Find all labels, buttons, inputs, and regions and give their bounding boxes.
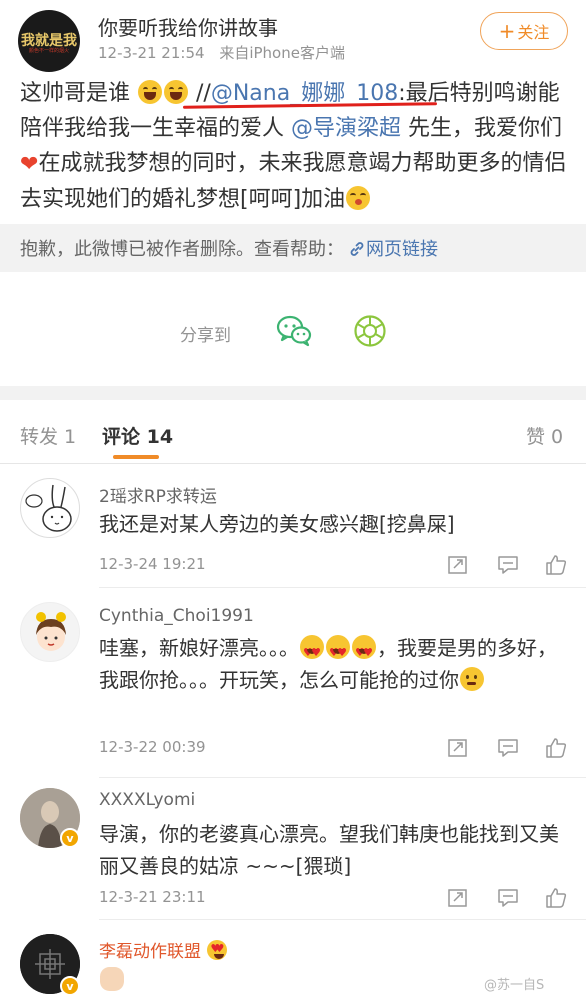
commenter-avatar[interactable]	[20, 602, 80, 662]
author-avatar[interactable]: 我就是我 颜色不一样的烟火	[18, 10, 80, 72]
comment-time: 12-3-24 19:21	[99, 555, 206, 573]
comment-time: 12-3-21 23:11	[99, 888, 206, 906]
commenter-avatar[interactable]	[20, 478, 80, 538]
post-text-part: 这帅哥是谁	[20, 81, 131, 106]
post-meta: 12-3-21 21:54 来自iPhone客户端	[98, 42, 355, 63]
link-icon	[350, 242, 364, 256]
heart-eyes-emoji-icon	[352, 635, 376, 669]
reply-icon[interactable]	[496, 736, 520, 760]
comment-time: 12-3-22 00:39	[99, 738, 206, 756]
like-icon[interactable]	[544, 736, 568, 760]
comment-item: 2瑶求RP求转运 我还是对某人旁边的美女感兴趣[挖鼻屎] 12-3-24 19:…	[0, 464, 586, 588]
verified-badge-icon: v	[60, 828, 80, 848]
reply-icon[interactable]	[496, 553, 520, 577]
girl-avatar-icon	[36, 612, 66, 651]
commenter-name[interactable]: Cynthia_Choi1991	[99, 606, 254, 626]
repost-icon[interactable]	[446, 553, 470, 577]
post-body: 这帅哥是谁 //@Nana_娜娜_108:最后特别鸣谢能陪伴我给我一生幸福的爱人…	[20, 76, 570, 217]
comment-text: 导演，你的老婆真心漂亮。望我们韩庚也能找到又美丽又善良的姑凉 ~~~[猥琐]	[99, 822, 559, 878]
deleted-notice-text: 抱歉，此微博已被作者删除。查看帮助：	[20, 239, 344, 260]
laugh-emoji-icon	[164, 80, 189, 104]
share-label: 分享到	[180, 326, 231, 346]
comment-actions	[446, 736, 570, 760]
repost-icon[interactable]	[446, 886, 470, 910]
interaction-tabs: 转发 1 评论 14 赞 0	[0, 400, 586, 464]
laugh-emoji-icon	[138, 80, 163, 104]
like-icon[interactable]	[544, 553, 568, 577]
heart-eyes-emoji-icon	[300, 635, 324, 669]
post-time: 12-3-21 21:54	[98, 44, 205, 62]
rabbit-avatar-icon	[25, 484, 72, 532]
comment-actions	[446, 886, 570, 910]
moments-icon[interactable]	[353, 314, 387, 348]
tab-comments[interactable]: 评论 14	[102, 422, 173, 449]
help-link[interactable]: 网页链接	[348, 235, 438, 261]
post-text-part: 先生，我爱你们	[401, 116, 563, 141]
share-row: 分享到	[0, 312, 586, 352]
heart-eyes-emoji-icon	[207, 940, 228, 960]
avatar-logo-subtext: 颜色不一样的烟火	[28, 48, 69, 54]
commenter-name[interactable]: 2瑶求RP求转运	[99, 482, 217, 507]
reply-icon[interactable]	[496, 886, 520, 910]
comment-item: v XXXXLyomi 导演，你的老婆真心漂亮。望我们韩庚也能找到又美丽又善良的…	[0, 778, 586, 920]
plus-icon: +	[498, 19, 516, 43]
kiss-emoji-icon	[346, 186, 371, 210]
commenter-name[interactable]: XXXXLyomi	[99, 790, 195, 810]
watermark: @苏一自S	[484, 978, 545, 993]
follow-label: 关注	[517, 23, 550, 42]
tab-repost[interactable]: 转发 1	[20, 422, 76, 449]
post-text-part: 在成就我梦想的同时，未来我愿意竭力帮助更多的情侣去实现她们的婚礼梦想[呵呵]加油	[20, 151, 567, 212]
comment-actions	[446, 553, 570, 577]
verified-badge-icon: v	[60, 976, 80, 996]
heart-eyes-emoji-icon	[326, 635, 350, 669]
wechat-icon[interactable]	[276, 314, 312, 348]
comment-text-part: 哇塞，新娘好漂亮。。。	[99, 636, 299, 660]
active-tab-indicator	[113, 455, 159, 459]
repost-icon[interactable]	[446, 736, 470, 760]
weibo-post: 我就是我 颜色不一样的烟火 你要听我给你讲故事 12-3-21 21:54 来自…	[0, 0, 586, 386]
author-name[interactable]: 你要听我给你讲故事	[98, 12, 278, 41]
follow-button[interactable]: + 关注	[480, 12, 568, 50]
mention-link[interactable]: @导演梁超	[291, 116, 401, 141]
tab-likes[interactable]: 赞 0	[526, 422, 563, 449]
like-icon[interactable]	[544, 886, 568, 910]
section-divider	[0, 386, 586, 400]
post-source: 来自iPhone客户端	[219, 44, 345, 62]
post-text-part: //	[189, 81, 211, 106]
comment-text: 我还是对某人旁边的美女感兴趣[挖鼻屎]	[99, 512, 455, 536]
thinking-emoji-icon	[460, 667, 484, 691]
commenter-name-label: 李磊动作联盟	[99, 942, 201, 962]
deleted-repost-notice: 抱歉，此微博已被作者删除。查看帮助： 网页链接	[0, 224, 586, 272]
help-link-label: 网页链接	[366, 239, 438, 260]
comment-item: Cynthia_Choi1991 哇塞，新娘好漂亮。。。，我要是男的多好，我跟你…	[0, 588, 586, 778]
victory-hand-emoji-icon	[100, 967, 124, 991]
comment-text: 哇塞，新娘好漂亮。。。，我要是男的多好，我跟你抢。。。开玩笑，怎么可能抢的过你	[99, 632, 569, 696]
commenter-name[interactable]: 李磊动作联盟	[99, 937, 228, 962]
heart-emoji-icon: ❤	[20, 152, 39, 177]
